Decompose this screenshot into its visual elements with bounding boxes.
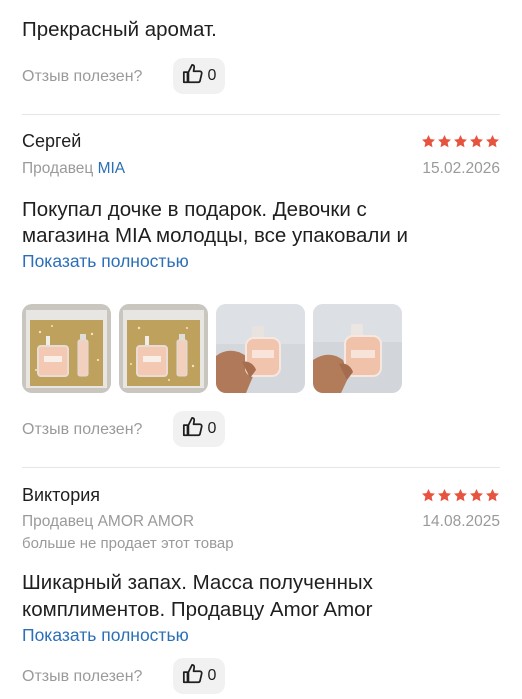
like-count: 0 xyxy=(207,67,217,84)
like-count: 0 xyxy=(207,667,217,684)
review-text: Прекрасный аромат. xyxy=(22,18,217,41)
seller-link[interactable]: MIA xyxy=(98,160,126,177)
like-button[interactable]: 0 xyxy=(173,58,225,94)
review-author: Виктория xyxy=(22,485,101,505)
star-icon xyxy=(453,488,468,503)
seller-prefix: Продавец xyxy=(22,160,94,177)
review-date: 15.02.2026 xyxy=(422,160,500,177)
star-icon xyxy=(469,488,484,503)
review-photos xyxy=(22,304,402,393)
review-photo[interactable] xyxy=(22,304,111,393)
like-count: 0 xyxy=(207,420,217,437)
review-date: 14.08.2025 xyxy=(422,513,500,530)
star-icon xyxy=(437,134,452,149)
review-text-line-2: комплиментов. Продавцу Amor Amor xyxy=(22,598,373,621)
review-text-line-1: Шикарный запах. Масса полученных xyxy=(22,571,373,594)
star-icon xyxy=(485,488,500,503)
review-photo[interactable] xyxy=(119,304,208,393)
thumbs-up-icon xyxy=(182,663,204,690)
star-icon xyxy=(437,488,452,503)
rating-stars xyxy=(421,488,500,503)
star-icon xyxy=(421,134,436,149)
seller-info: Продавец AMOR AMOR xyxy=(22,513,194,531)
review-author: Сергей xyxy=(22,131,82,151)
helpful-label: Отзыв полезен? xyxy=(22,421,143,438)
star-icon xyxy=(485,134,500,149)
helpful-label: Отзыв полезен? xyxy=(22,68,143,85)
review-text-line-2: магазина MIA молодцы, все упаковали и xyxy=(22,224,408,247)
thumbs-up-icon xyxy=(182,63,204,90)
like-button[interactable]: 0 xyxy=(173,658,225,694)
rating-stars xyxy=(421,134,500,149)
divider xyxy=(22,114,500,115)
seller-note: больше не продает этот товар xyxy=(22,535,234,552)
seller-prefix: Продавец xyxy=(22,513,94,530)
review-photo[interactable] xyxy=(313,304,402,393)
helpful-label: Отзыв полезен? xyxy=(22,668,143,685)
show-more-link[interactable]: Показать полностью xyxy=(22,625,189,646)
like-button[interactable]: 0 xyxy=(173,411,225,447)
review-text-line-1: Покупал дочке в подарок. Девочки с xyxy=(22,198,367,221)
thumbs-up-icon xyxy=(182,416,204,443)
review-photo[interactable] xyxy=(216,304,305,393)
seller-name: AMOR AMOR xyxy=(97,513,195,530)
star-icon xyxy=(469,134,484,149)
seller-info: Продавец MIA xyxy=(22,160,125,178)
divider xyxy=(22,467,500,468)
star-icon xyxy=(421,488,436,503)
show-more-link[interactable]: Показать полностью xyxy=(22,251,189,272)
star-icon xyxy=(453,134,468,149)
